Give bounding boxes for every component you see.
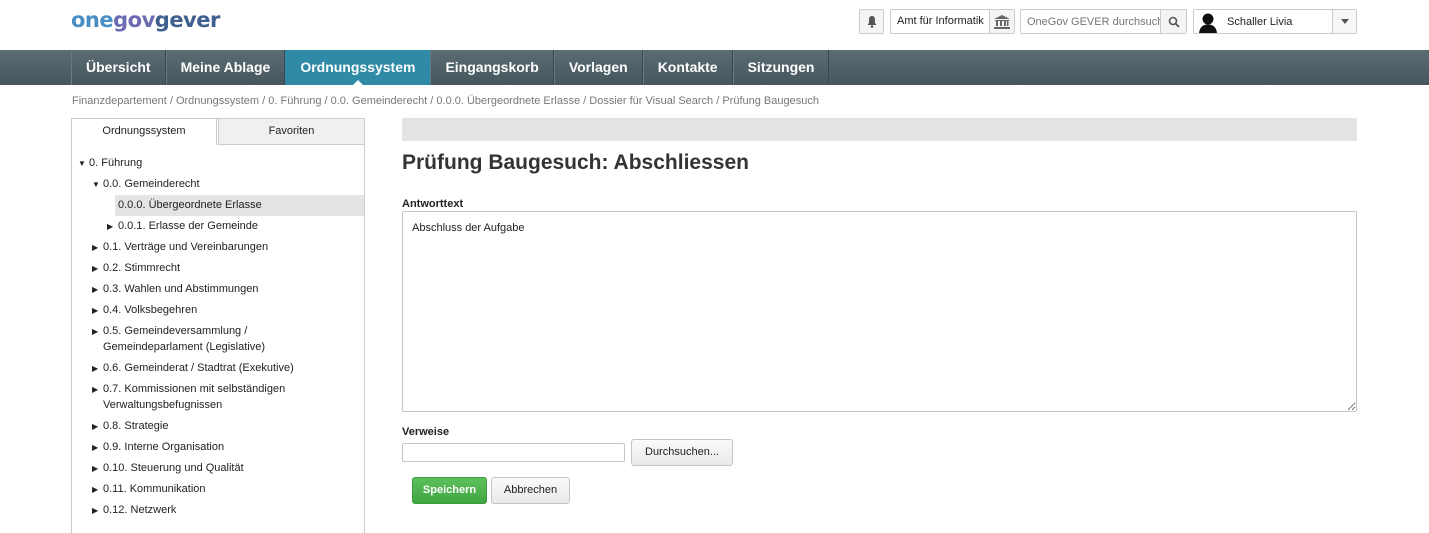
search-icon bbox=[1168, 16, 1180, 28]
tree-item[interactable]: ▶ 0.1. Verträge und Vereinbarungen bbox=[72, 237, 364, 258]
save-button[interactable]: Speichern bbox=[412, 477, 487, 504]
avatar bbox=[1196, 10, 1220, 33]
tree-item[interactable]: ▶ 0.5. Gemeindeversammlung / Gemeindeparl… bbox=[72, 321, 272, 358]
tree-item-label: 0.0. Gemeinderecht bbox=[103, 178, 200, 190]
answer-textarea[interactable]: Abschluss der Aufgabe bbox=[402, 211, 1357, 412]
page-title: Prüfung Baugesuch: Abschliessen bbox=[402, 151, 749, 174]
caret-right-icon[interactable]: ▶ bbox=[92, 503, 98, 519]
tree-item[interactable]: ▶ 0.8. Strategie bbox=[72, 416, 364, 437]
org-unit-label: Amt für Informatik bbox=[897, 15, 984, 27]
user-name: Schaller Livia bbox=[1227, 15, 1293, 28]
org-unit-button[interactable] bbox=[989, 10, 1014, 33]
answer-label: Antworttext bbox=[402, 198, 464, 210]
logo-part-gever: gever bbox=[154, 8, 221, 32]
org-unit-selector[interactable]: Amt für Informatik bbox=[890, 9, 1015, 34]
tree-item-label: 0.4. Volksbegehren bbox=[103, 304, 198, 316]
breadcrumb[interactable]: Finanzdepartement / Ordnungssystem / 0. … bbox=[72, 95, 819, 107]
caret-down-icon[interactable]: ▼ bbox=[92, 177, 100, 193]
search-box[interactable] bbox=[1020, 9, 1187, 34]
status-bar bbox=[402, 118, 1357, 141]
bell-icon bbox=[867, 16, 876, 28]
tree-item[interactable]: ▼ 0. Führung bbox=[72, 153, 364, 174]
tree-item[interactable]: ▶ 0.10. Steuerung und Qualität bbox=[72, 458, 364, 479]
tree-item[interactable]: ▶ 0.3. Wahlen und Abstimmungen bbox=[72, 279, 364, 300]
navigation-tree: ▼ 0. Führung ▼ 0.0. Gemeinderecht 0.0.0. Ü… bbox=[72, 153, 364, 521]
tree-item[interactable]: ▶ 0.11. Kommunikation bbox=[72, 479, 364, 500]
tree-item-label: 0.3. Wahlen und Abstimmungen bbox=[103, 283, 259, 295]
caret-right-icon[interactable]: ▶ bbox=[92, 240, 98, 256]
tree-item[interactable]: ▼ 0.0. Gemeinderecht bbox=[72, 174, 364, 195]
institution-icon bbox=[994, 14, 1010, 29]
tree-item[interactable]: ▶ 0.9. Interne Organisation bbox=[72, 437, 364, 458]
main-navigation: Übersicht Meine Ablage Ordnungssystem Ei… bbox=[0, 50, 1429, 85]
tree-item-label: 0.5. Gemeindeversammlung / Gemeindeparla… bbox=[103, 325, 266, 353]
nav-sitzungen[interactable]: Sitzungen bbox=[732, 50, 830, 85]
caret-right-icon[interactable]: ▶ bbox=[92, 440, 98, 456]
tree-item-selected[interactable]: 0.0.0. Übergeordnete Erlasse bbox=[115, 195, 364, 216]
tree-item-label: 0. Führung bbox=[89, 157, 143, 169]
logo-part-gov: gov bbox=[113, 8, 155, 32]
tree-item[interactable]: ▶ 0.0.1. Erlasse der Gemeinde bbox=[72, 216, 364, 237]
sidebar-panel: Ordnungssystem Favoriten ▼ 0. Führung ▼ 0.… bbox=[71, 118, 365, 533]
tree-item[interactable]: ▶ 0.4. Volksbegehren bbox=[72, 300, 364, 321]
tree-item-label: 0.12. Netzwerk bbox=[103, 504, 177, 516]
nav-eingangskorb[interactable]: Eingangskorb bbox=[430, 50, 554, 85]
nav-vorlagen[interactable]: Vorlagen bbox=[553, 50, 643, 85]
caret-right-icon[interactable]: ▶ bbox=[92, 361, 98, 377]
caret-right-icon[interactable]: ▶ bbox=[92, 261, 98, 277]
tree-item-label: 0.0.1. Erlasse der Gemeinde bbox=[118, 220, 259, 232]
nav-ordnungssystem[interactable]: Ordnungssystem bbox=[285, 50, 431, 85]
nav-meine-ablage[interactable]: Meine Ablage bbox=[165, 50, 286, 85]
cancel-button[interactable]: Abbrechen bbox=[491, 477, 570, 504]
tab-ordnungssystem[interactable]: Ordnungssystem bbox=[71, 118, 217, 145]
tree-item[interactable]: ▶ 0.6. Gemeinderat / Stadtrat (Exekutive) bbox=[72, 358, 364, 379]
tree-item-label: 0.7. Kommissionen mit selbständigen Verw… bbox=[103, 383, 286, 411]
caret-right-icon[interactable]: ▶ bbox=[92, 382, 98, 398]
tree-item-label: 0.9. Interne Organisation bbox=[103, 441, 225, 453]
tree-item[interactable]: ▶ 0.2. Stimmrecht bbox=[72, 258, 364, 279]
tab-favoriten[interactable]: Favoriten bbox=[218, 118, 365, 145]
caret-right-icon[interactable]: ▶ bbox=[92, 419, 98, 435]
caret-right-icon[interactable]: ▶ bbox=[92, 282, 98, 298]
caret-right-icon[interactable]: ▶ bbox=[92, 324, 98, 340]
chevron-down-icon bbox=[1340, 19, 1349, 24]
tree-item-label: 0.0.0. Übergeordnete Erlasse bbox=[118, 199, 262, 211]
user-menu-toggle[interactable] bbox=[1332, 10, 1356, 33]
search-button[interactable] bbox=[1160, 10, 1186, 33]
tree-item[interactable]: ▶ 0.7. Kommissionen mit selbständigen Ver… bbox=[72, 379, 302, 416]
references-input[interactable] bbox=[402, 443, 625, 462]
tree-item-label: 0.8. Strategie bbox=[103, 420, 169, 432]
caret-right-icon[interactable]: ▶ bbox=[107, 219, 113, 235]
tree-item-label: 0.1. Verträge und Vereinbarungen bbox=[103, 241, 269, 253]
caret-right-icon[interactable]: ▶ bbox=[92, 461, 98, 477]
tree-item-label: 0.10. Steuerung und Qualität bbox=[103, 462, 244, 474]
caret-down-icon[interactable]: ▼ bbox=[78, 156, 86, 172]
caret-right-icon[interactable]: ▶ bbox=[92, 303, 98, 319]
references-label: Verweise bbox=[402, 426, 450, 438]
search-input[interactable] bbox=[1021, 10, 1160, 33]
browse-button[interactable]: Durchsuchen... bbox=[631, 439, 733, 466]
app-logo[interactable]: onegovgever bbox=[71, 8, 220, 32]
logo-part-one: one bbox=[71, 8, 114, 32]
nav-uebersicht[interactable]: Übersicht bbox=[71, 50, 166, 85]
user-menu[interactable]: Schaller Livia bbox=[1193, 9, 1357, 34]
nav-kontakte[interactable]: Kontakte bbox=[642, 50, 733, 85]
tree-item-label: 0.11. Kommunikation bbox=[103, 483, 206, 495]
notifications-button[interactable] bbox=[859, 9, 884, 34]
caret-right-icon[interactable]: ▶ bbox=[92, 482, 98, 498]
tree-item-label: 0.6. Gemeinderat / Stadtrat (Exekutive) bbox=[103, 362, 294, 374]
tree-item[interactable]: ▶ 0.12. Netzwerk bbox=[72, 500, 364, 521]
user-silhouette-icon bbox=[1199, 13, 1217, 33]
tree-item-label: 0.2. Stimmrecht bbox=[103, 262, 181, 274]
